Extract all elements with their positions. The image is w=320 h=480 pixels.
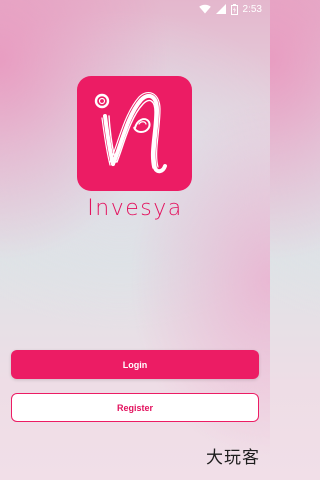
wifi-icon [198,4,211,14]
status-bar: 2:53 [0,0,270,18]
register-button[interactable]: Register [11,393,259,422]
watermark: 大玩客 [206,448,260,468]
signal-icon [215,4,226,14]
login-button-label: Login [122,359,148,370]
app-name: Invesya [87,196,183,221]
app-logo [77,76,192,191]
status-time: 2:53 [242,3,262,15]
register-button-label: Register [116,402,153,413]
login-button[interactable]: Login [11,350,259,379]
battery-icon [230,3,238,15]
invesya-logo-icon [94,92,167,174]
